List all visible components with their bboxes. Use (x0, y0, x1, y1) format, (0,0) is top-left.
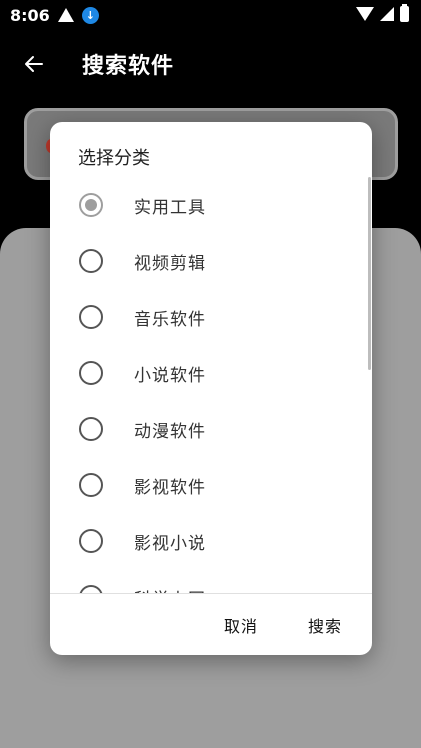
option-item[interactable]: 视频剪辑 (50, 233, 366, 289)
option-label: 视频剪辑 (134, 253, 206, 274)
scrollbar[interactable] (368, 177, 371, 370)
dialog-actions: 取消 搜索 (50, 594, 372, 655)
status-bar: 8:06 ↓ (0, 0, 421, 30)
download-icon: ↓ (81, 6, 99, 24)
options-list[interactable]: 实用工具 视频剪辑 音乐软件 小说软件 动漫软件 影视软件 影视小说 科学上网 (50, 177, 372, 593)
app-bar: 搜索软件 (0, 30, 421, 100)
alert-icon (57, 8, 74, 22)
option-item[interactable]: 科学上网 (50, 569, 366, 593)
signal-icon (380, 7, 394, 21)
option-label: 影视软件 (134, 477, 206, 498)
page-title: 搜索软件 (82, 54, 175, 79)
status-time: 8:06 (10, 5, 50, 25)
wifi-icon (356, 7, 374, 21)
radio-icon[interactable] (79, 529, 103, 553)
status-right-icons (356, 4, 409, 22)
back-arrow-icon[interactable] (22, 52, 46, 76)
radio-checked-icon[interactable] (79, 193, 103, 217)
radio-icon[interactable] (79, 585, 103, 593)
option-label: 影视小说 (134, 533, 206, 554)
dialog-title: 选择分类 (78, 148, 150, 169)
option-item[interactable]: 影视小说 (50, 513, 366, 569)
radio-icon[interactable] (79, 473, 103, 497)
search-button[interactable]: 搜索 (308, 613, 342, 637)
option-label: 科学上网 (134, 585, 206, 594)
option-item[interactable]: 小说软件 (50, 345, 366, 401)
category-dialog: 选择分类 实用工具 视频剪辑 音乐软件 小说软件 动漫软件 影视软件 影视小说 (50, 122, 372, 655)
option-item[interactable]: 影视软件 (50, 457, 366, 513)
option-label: 动漫软件 (134, 421, 206, 442)
radio-icon[interactable] (79, 361, 103, 385)
option-label: 小说软件 (134, 365, 206, 386)
option-label: 音乐软件 (134, 309, 206, 330)
radio-icon[interactable] (79, 249, 103, 273)
option-item[interactable]: 动漫软件 (50, 401, 366, 457)
option-item[interactable]: 实用工具 (50, 177, 366, 233)
battery-icon (400, 4, 409, 22)
option-label: 实用工具 (134, 197, 206, 218)
radio-icon[interactable] (79, 417, 103, 441)
radio-icon[interactable] (79, 305, 103, 329)
cancel-button[interactable]: 取消 (224, 613, 258, 637)
option-item[interactable]: 音乐软件 (50, 289, 366, 345)
